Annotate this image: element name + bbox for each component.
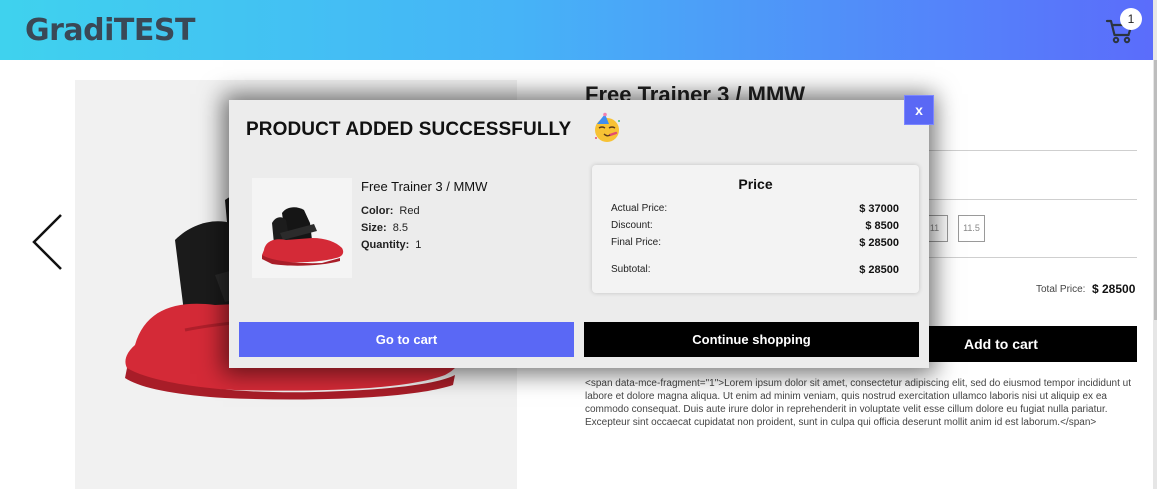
final-price-value: $ 28500 xyxy=(859,237,899,249)
actual-price-value: $ 37000 xyxy=(859,203,899,215)
close-button[interactable]: x xyxy=(904,95,934,125)
chevron-left-icon[interactable] xyxy=(30,212,66,272)
subtotal-value: $ 28500 xyxy=(859,264,899,276)
item-size-row: Size: 8.5 xyxy=(361,222,408,234)
discount-label: Discount: xyxy=(611,220,653,231)
cart-count-badge: 1 xyxy=(1120,8,1142,30)
cart-item-thumbnail xyxy=(252,178,352,278)
price-summary: Price Actual Price: $ 37000 Discount: $ … xyxy=(592,165,919,293)
quantity-value: 1 xyxy=(415,239,422,251)
size-option[interactable]: 11.5 xyxy=(958,215,985,242)
product-description: <span data-mce-fragment="1">Lorem ipsum … xyxy=(585,378,1131,428)
brand-logo[interactable]: GradiTEST xyxy=(25,13,195,48)
added-to-cart-modal: PRODUCT ADDED SUCCESSFULLY x Free Traine… xyxy=(229,95,934,368)
color-value: Red xyxy=(399,205,420,217)
subtotal-label: Subtotal: xyxy=(611,264,651,275)
add-to-cart-label: Add to cart xyxy=(964,336,1038,352)
go-to-cart-button[interactable]: Go to cart xyxy=(239,322,574,357)
size-value: 8.5 xyxy=(392,222,408,234)
party-face-emoji-icon xyxy=(595,112,620,142)
size-label: Size: xyxy=(361,222,387,234)
actual-price-label: Actual Price: xyxy=(611,203,668,214)
continue-shopping-button[interactable]: Continue shopping xyxy=(584,322,919,357)
total-price-label: Total Price: xyxy=(1036,284,1086,295)
quantity-label: Quantity: xyxy=(361,239,410,251)
item-quantity-row: Quantity: 1 xyxy=(361,239,421,251)
total-price-value: $ 28500 xyxy=(1092,282,1136,296)
modal-title: PRODUCT ADDED SUCCESSFULLY xyxy=(246,119,572,140)
item-color-row: Color: Red xyxy=(361,205,420,217)
final-price-label: Final Price: xyxy=(611,237,662,248)
site-header: GradiTEST 1 xyxy=(0,0,1157,60)
discount-value: $ 8500 xyxy=(865,220,899,232)
price-heading: Price xyxy=(738,176,773,192)
color-label: Color: xyxy=(361,205,394,217)
cart-item-name: Free Trainer 3 / MMW xyxy=(361,179,488,194)
